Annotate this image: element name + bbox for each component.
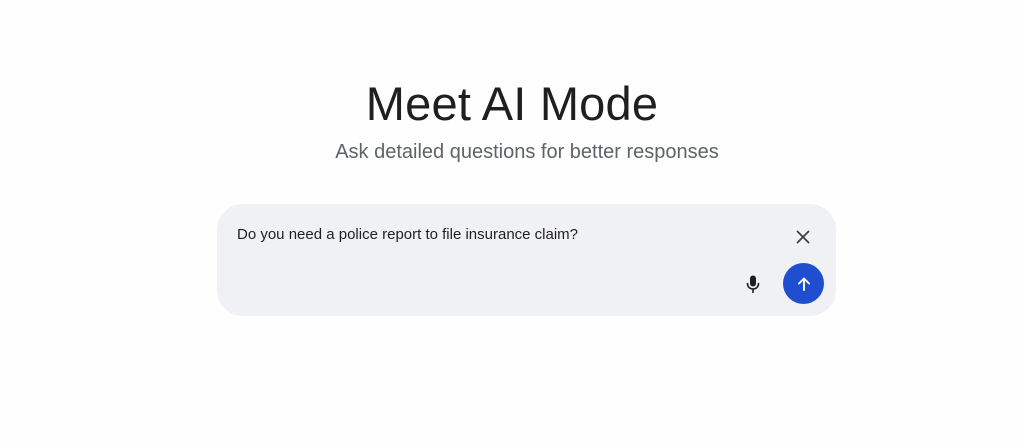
voice-search-button[interactable] xyxy=(739,268,767,300)
mic-icon xyxy=(746,275,760,293)
page-subtitle: Ask detailed questions for better respon… xyxy=(335,141,719,163)
search-box[interactable]: Do you need a police report to file insu… xyxy=(217,204,836,316)
send-button[interactable] xyxy=(783,263,824,304)
page: Meet AI Mode Ask detailed questions for … xyxy=(0,0,1024,447)
close-icon xyxy=(796,230,810,244)
clear-button[interactable] xyxy=(789,223,817,251)
arrow-up-icon xyxy=(797,277,810,291)
page-title: Meet AI Mode xyxy=(365,77,659,130)
search-input[interactable]: Do you need a police report to file insu… xyxy=(237,225,757,245)
